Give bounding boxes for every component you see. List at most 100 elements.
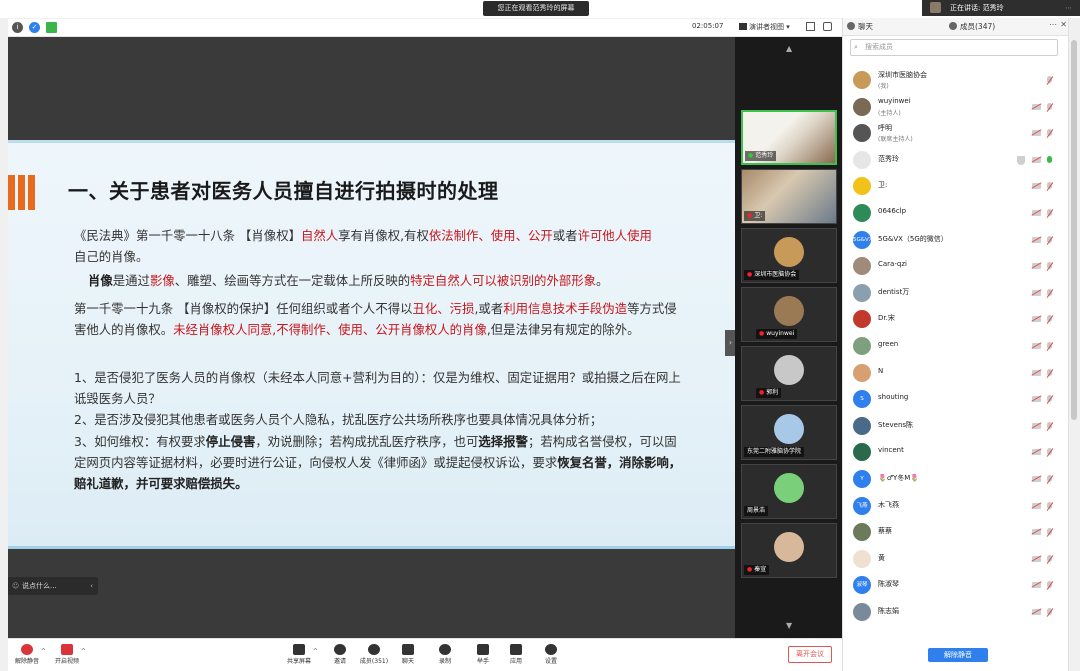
mic-muted-icon[interactable] [1046, 76, 1053, 85]
raise-hand-button[interactable]: 举手 [466, 642, 500, 670]
mic-muted-icon[interactable] [1046, 262, 1053, 271]
member-name: 范秀玲 [878, 154, 899, 163]
caret-up-icon[interactable]: ^ [81, 648, 86, 655]
member-row[interactable]: Y 🌷♂Y冬M🌷 [843, 467, 1069, 493]
mic-muted-icon[interactable] [1046, 288, 1053, 298]
video-tile[interactable]: ● 卫: [741, 169, 837, 224]
chevron-left-icon[interactable]: ‹ [90, 577, 93, 595]
video-tile[interactable]: 周景浩 [741, 464, 837, 519]
mic-muted-icon[interactable] [1046, 554, 1053, 564]
member-row[interactable]: Dr.宋 [843, 307, 1069, 333]
member-row[interactable]: 0646clp [843, 201, 1069, 227]
mic-muted-icon[interactable] [1046, 315, 1053, 324]
member-row[interactable]: 5G&VX 5G&VX（5G的微信） [843, 228, 1069, 254]
avatar [774, 473, 804, 503]
avatar [853, 283, 871, 302]
member-row[interactable]: 飞燕 木飞燕 [843, 494, 1069, 520]
view-mode-dropdown[interactable]: 演讲者视图 ▾ [739, 22, 790, 32]
member-role: (主持人) [878, 109, 901, 117]
mic-on-icon[interactable] [1046, 155, 1053, 165]
caret-up-icon[interactable]: ^ [41, 648, 46, 655]
p2-text: 。 [596, 273, 609, 288]
slide-paragraph-3: 第一千零一十九条 【肖像权的保护】任何组织或者个人不得以丑化、污损,或者利用信息… [74, 298, 684, 340]
mic-muted-icon[interactable] [1046, 209, 1053, 218]
mic-muted-icon[interactable] [1046, 102, 1053, 112]
member-row[interactable]: wuyinwei (主持人) [843, 95, 1069, 121]
mic-muted-icon[interactable] [1046, 342, 1053, 351]
screen-share-banner[interactable]: 您正在观看范秀玲的屏幕 [483, 1, 589, 16]
video-tile-name: ● 卫: [744, 211, 766, 221]
mic-muted-icon[interactable] [1046, 475, 1053, 484]
video-tile[interactable]: ● 范秀玲 [741, 110, 837, 165]
mic-muted-icon[interactable] [1046, 448, 1053, 457]
mic-muted-icon[interactable] [1046, 528, 1053, 537]
unmute-button[interactable]: 解除静音 ^ [10, 642, 46, 670]
security-shield-icon[interactable]: ✓ [29, 22, 40, 33]
comment-input[interactable]: ☺ 说点什么... ‹ [8, 577, 98, 595]
member-row[interactable]: 卫: [843, 174, 1069, 200]
chevron-up-icon[interactable]: ▲ [786, 44, 792, 53]
share-screen-button[interactable]: 共享屏幕 ^ [282, 642, 318, 670]
member-row[interactable]: vincent [843, 440, 1069, 466]
mic-muted-icon[interactable] [1046, 581, 1053, 590]
more-options-icon[interactable]: ⋯ [1049, 20, 1057, 29]
member-row[interactable]: 呼明 (联席主持人) [843, 121, 1069, 147]
video-tile[interactable]: ● 深圳市医脑协会 [741, 228, 837, 283]
mic-muted-icon[interactable] [1046, 608, 1053, 617]
chevron-down-icon[interactable]: ▼ [786, 621, 792, 630]
start-video-button[interactable]: 开启视频 ^ [50, 642, 86, 670]
mic-muted-icon[interactable] [1046, 235, 1053, 245]
video-tile[interactable]: ● 秦宣 [741, 523, 837, 578]
info-icon[interactable]: i [12, 22, 23, 33]
chat-button[interactable]: 聊天 [391, 642, 425, 670]
more-dots-icon[interactable]: ⋯ [1065, 0, 1072, 16]
member-row[interactable]: Cara-qzi [843, 254, 1069, 280]
member-row[interactable]: 淑琴 陈淑琴 [843, 573, 1069, 599]
video-tile-name: ● wuyinwei [756, 329, 798, 339]
avatar [774, 532, 804, 562]
mic-muted-icon[interactable] [1046, 129, 1053, 138]
video-tile[interactable]: ● 郭利 [741, 346, 837, 401]
p2-highlight: 影像 [149, 273, 175, 288]
member-row[interactable]: dentist万 [843, 281, 1069, 307]
p1-text: 自己的肖像。 [74, 249, 149, 264]
record-button[interactable]: 录制 [428, 642, 462, 670]
video-tile[interactable]: ● wuyinwei [741, 287, 837, 342]
member-row[interactable]: Sshouting [843, 387, 1069, 413]
apps-button[interactable]: 应用 [499, 642, 533, 670]
members-button[interactable]: 成员(351) [357, 642, 391, 670]
member-row[interactable]: 深圳市医脑协会 (我) [843, 68, 1069, 94]
mic-muted-icon[interactable] [1046, 368, 1053, 378]
fullscreen-icon[interactable] [806, 22, 815, 31]
member-row[interactable]: 范秀玲 [843, 148, 1069, 174]
member-search-input[interactable]: ⌕ 搜索成员 [850, 39, 1058, 56]
video-tile[interactable]: 东莞二附雅脑协学院 [741, 405, 837, 460]
invite-label: 邀请 [333, 658, 346, 665]
members-icon [949, 22, 957, 30]
member-row[interactable]: 陈志娟 [843, 600, 1069, 626]
member-row[interactable]: N [843, 361, 1069, 387]
close-icon[interactable]: ✕ [1060, 20, 1067, 29]
invite-button[interactable]: 邀请 [323, 642, 357, 670]
tab-chat[interactable]: 聊天 [847, 21, 873, 32]
mic-muted-icon[interactable] [1046, 395, 1053, 404]
mic-muted-icon[interactable] [1046, 421, 1053, 431]
member-row[interactable]: green [843, 334, 1069, 360]
settings-button[interactable]: 设置 [534, 642, 568, 670]
unmute-all-button[interactable]: 解除静音 [928, 648, 988, 662]
leave-meeting-button[interactable]: 离开会议 [788, 646, 832, 663]
video-label: 开启视频 [54, 658, 79, 665]
mic-muted-icon[interactable] [1046, 501, 1053, 511]
member-row[interactable]: Stevens陈 [843, 414, 1069, 440]
scrollbar-thumb[interactable] [1071, 40, 1077, 420]
unmute-label: 解除静音 [14, 658, 39, 665]
tab-members[interactable]: 成员(347) [949, 21, 995, 32]
avatar: S [853, 390, 871, 409]
member-row[interactable]: 蔡蔡 [843, 520, 1069, 546]
caret-up-icon[interactable]: ^ [313, 648, 318, 655]
member-row[interactable]: 黄 [843, 547, 1069, 573]
pip-icon[interactable] [823, 22, 832, 31]
mic-muted-icon[interactable] [1046, 182, 1053, 191]
tile-name-text: 深圳市医脑协会 [754, 271, 797, 278]
member-name: 陈淑琴 [878, 580, 899, 589]
